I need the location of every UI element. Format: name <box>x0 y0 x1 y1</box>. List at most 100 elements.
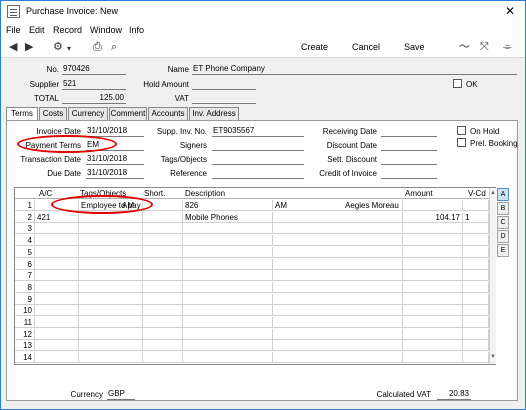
description-cell[interactable] <box>183 281 273 293</box>
expand-icon[interactable]: ⤧ <box>480 41 489 53</box>
cancel-button[interactable]: Cancel <box>352 42 380 52</box>
tab-comment[interactable]: Comment <box>109 107 147 121</box>
short-cell[interactable] <box>143 270 183 282</box>
vcd-cell[interactable] <box>463 200 489 211</box>
short-cell[interactable] <box>143 223 183 235</box>
table-row[interactable]: 10 <box>15 305 489 317</box>
short-cell[interactable] <box>143 352 183 364</box>
table-row[interactable]: 3 <box>15 223 489 235</box>
short-cell[interactable] <box>143 305 183 317</box>
signers-field[interactable] <box>212 140 304 151</box>
currency-field[interactable]: GBP <box>107 389 135 400</box>
amount-cell[interactable] <box>403 223 463 235</box>
sett-discount-field[interactable] <box>381 154 437 165</box>
ac-cell[interactable] <box>35 223 79 235</box>
description-cell[interactable] <box>183 223 273 235</box>
amount-cell[interactable] <box>403 258 463 270</box>
description-name-cell[interactable] <box>343 328 403 340</box>
menu-record[interactable]: Record <box>53 25 82 35</box>
description-name-cell[interactable] <box>343 281 403 293</box>
ac-cell[interactable] <box>35 340 79 352</box>
vcd-cell[interactable] <box>463 246 489 258</box>
description-cell[interactable] <box>183 305 273 317</box>
description-name-cell[interactable] <box>343 211 403 223</box>
description-extra-cell[interactable] <box>273 235 343 246</box>
amount-cell[interactable] <box>403 352 463 364</box>
description-cell[interactable]: Mobile Phones <box>183 211 273 223</box>
on-hold-checkbox[interactable] <box>457 126 466 135</box>
amount-cell[interactable] <box>403 340 463 352</box>
short-prefix-cell[interactable] <box>120 282 142 293</box>
total-field[interactable]: 125.00 <box>62 93 126 104</box>
due-date-field[interactable]: 31/10/2018 <box>86 168 144 179</box>
row-tab-b[interactable]: B <box>497 202 509 215</box>
description-extra-cell[interactable] <box>273 294 343 305</box>
description-cell[interactable] <box>183 270 273 282</box>
transaction-date-field[interactable]: 31/10/2018 <box>86 154 144 165</box>
short-prefix-cell[interactable] <box>120 247 142 258</box>
credit-of-invoice-field[interactable] <box>381 168 437 179</box>
short-cell[interactable] <box>143 235 183 247</box>
short-prefix-cell[interactable] <box>120 212 142 223</box>
description-name-cell[interactable] <box>343 305 403 317</box>
description-extra-cell[interactable] <box>273 317 343 328</box>
tab-accounts[interactable]: Accounts <box>148 107 188 121</box>
scroll-up-icon[interactable]: ▲ <box>490 190 496 196</box>
row-tab-a[interactable]: A <box>497 188 509 201</box>
ok-checkbox[interactable] <box>453 79 462 88</box>
chevron-down-icon[interactable]: ▾ <box>67 43 71 55</box>
amount-cell[interactable] <box>403 293 463 305</box>
table-row[interactable]: 6 <box>15 258 489 270</box>
amount-cell[interactable] <box>403 235 463 247</box>
calculated-vat-field[interactable]: 20.83 <box>437 389 471 400</box>
description-extra-cell[interactable] <box>273 329 343 340</box>
vcd-cell[interactable] <box>463 340 489 352</box>
short-cell[interactable] <box>143 258 183 270</box>
description-cell[interactable] <box>183 317 273 328</box>
row-tab-d[interactable]: D <box>497 230 509 243</box>
gear-icon[interactable]: ⚙ <box>53 41 63 53</box>
description-cell[interactable] <box>183 293 273 305</box>
description-cell[interactable] <box>183 235 273 247</box>
table-row[interactable]: 11 <box>15 317 489 328</box>
description-cell[interactable] <box>183 340 273 352</box>
ac-cell[interactable] <box>35 328 79 340</box>
description-name-cell[interactable]: Aegies Moreau <box>343 200 403 211</box>
ac-cell[interactable] <box>35 200 79 211</box>
amount-cell[interactable] <box>403 270 463 282</box>
description-extra-cell[interactable] <box>273 247 343 258</box>
short-cell[interactable] <box>143 328 183 340</box>
short-prefix-cell[interactable]: AM <box>120 200 142 211</box>
receiving-date-field[interactable] <box>381 126 437 137</box>
vcd-cell[interactable] <box>463 270 489 282</box>
table-row[interactable]: 14 <box>15 352 489 364</box>
amount-cell[interactable] <box>403 305 463 317</box>
ac-cell[interactable] <box>35 246 79 258</box>
description-extra-cell[interactable] <box>273 282 343 293</box>
discount-date-field[interactable] <box>381 140 437 151</box>
description-name-cell[interactable] <box>343 258 403 270</box>
description-cell[interactable] <box>183 352 273 364</box>
tags-objects-field[interactable] <box>212 154 304 165</box>
vcd-cell[interactable] <box>463 317 489 328</box>
attachment-icon[interactable]: ⌯ <box>503 41 512 53</box>
ac-cell[interactable] <box>35 352 79 364</box>
supp-inv-no-field[interactable]: ET9035567 <box>212 126 304 137</box>
description-name-cell[interactable] <box>343 235 403 247</box>
description-extra-cell[interactable] <box>273 223 343 234</box>
description-extra-cell[interactable] <box>273 340 343 351</box>
short-cell[interactable] <box>143 246 183 258</box>
short-cell[interactable] <box>143 200 183 211</box>
ac-cell[interactable] <box>35 258 79 270</box>
grid-vertical-scrollbar[interactable]: ▲ ▼ <box>489 188 496 364</box>
no-field[interactable]: 970426 <box>62 64 126 75</box>
table-row[interactable]: 12 <box>15 328 489 340</box>
activity-icon[interactable]: 〜 <box>459 41 470 53</box>
short-cell[interactable] <box>143 211 183 223</box>
description-cell[interactable] <box>183 246 273 258</box>
short-prefix-cell[interactable] <box>120 340 142 351</box>
vcd-cell[interactable] <box>463 258 489 270</box>
tab-inv-address[interactable]: Inv. Address <box>189 107 239 121</box>
description-extra-cell[interactable] <box>273 212 343 223</box>
print-icon[interactable]: ⎙ <box>93 41 102 53</box>
